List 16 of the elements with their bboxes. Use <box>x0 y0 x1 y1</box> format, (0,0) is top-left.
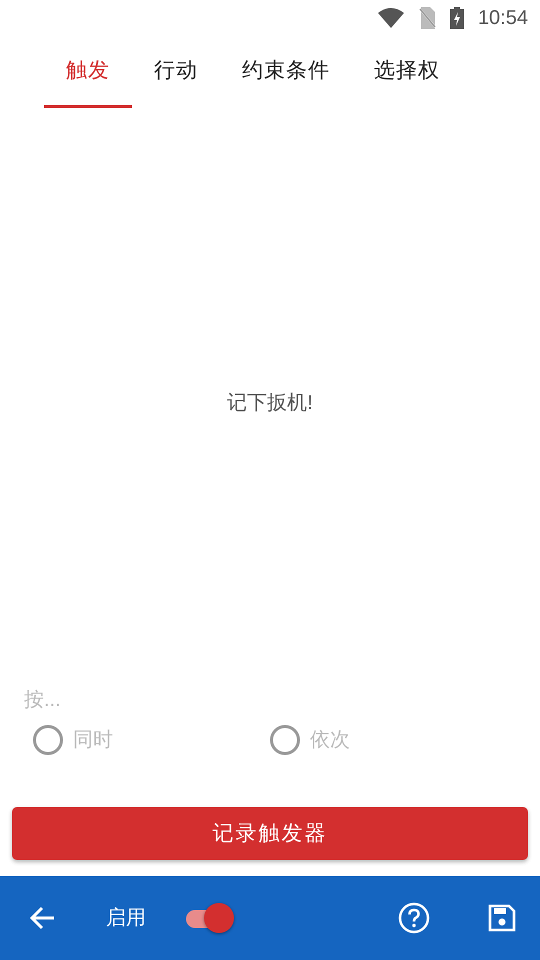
tab[interactable]: 触发 <box>44 36 132 108</box>
tab[interactable]: 选择权 <box>352 36 462 108</box>
tab[interactable]: 行动 <box>132 36 220 108</box>
help-button[interactable] <box>398 902 430 934</box>
back-button[interactable] <box>28 904 56 932</box>
save-button[interactable] <box>488 904 516 932</box>
placeholder-message: 记下扳机! <box>227 390 313 416</box>
enable-switch[interactable] <box>184 903 236 933</box>
record-button[interactable]: 记录触发器 <box>12 807 528 860</box>
press-label: 按... <box>23 688 62 713</box>
status-time: 10:54 <box>478 6 528 31</box>
battery-charging-icon <box>450 7 464 29</box>
tab[interactable]: 约束条件 <box>220 36 352 108</box>
no-sim-icon <box>418 7 436 29</box>
enable-label: 启用 <box>106 906 146 931</box>
wifi-icon <box>378 8 404 28</box>
